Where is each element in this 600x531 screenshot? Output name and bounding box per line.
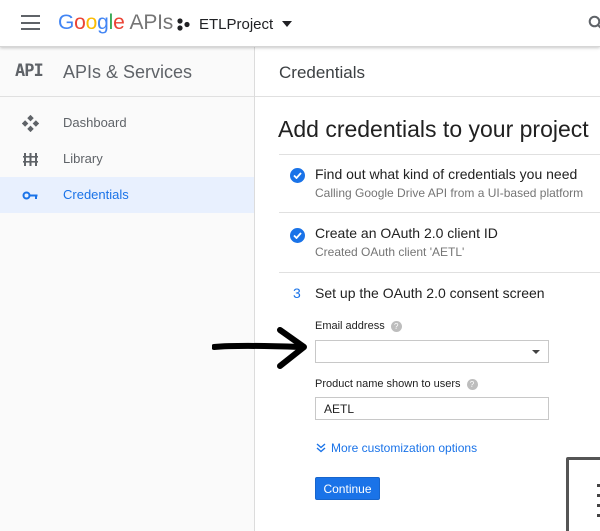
product-name-label: Product name shown to users ? [315, 378, 478, 390]
search-icon[interactable] [588, 15, 600, 31]
annotation-arrow [212, 327, 307, 369]
divider [279, 154, 600, 155]
dropdown-arrow-icon [532, 350, 540, 354]
step-title: Set up the OAuth 2.0 consent screen [315, 285, 545, 301]
continue-button[interactable]: Continue [315, 477, 380, 500]
chevron-down-icon [282, 21, 293, 27]
help-icon[interactable]: ? [466, 378, 478, 390]
library-icon [23, 153, 38, 166]
step-title: Find out what kind of credentials you ne… [315, 166, 578, 182]
api-icon: API [15, 61, 44, 81]
sidebar-item-credentials[interactable]: Credentials [0, 177, 254, 213]
page-title: Credentials [279, 63, 365, 82]
step-number: 3 [293, 285, 301, 301]
sidebar-item-library[interactable]: Library [0, 141, 254, 177]
sidebar-header: API APIs & Services [0, 47, 254, 97]
main-header: Credentials [255, 47, 600, 97]
more-customization-label: More customization options [331, 441, 478, 455]
sidebar-nav: Dashboard Library Credentials [0, 105, 254, 213]
step-title: Create an OAuth 2.0 client ID [315, 225, 498, 241]
key-icon [22, 191, 38, 200]
sidebar: API APIs & Services Dashboard Library Cr… [0, 47, 255, 531]
hamburger-menu-icon[interactable] [21, 15, 40, 30]
help-icon[interactable]: ? [390, 320, 402, 332]
project-selector[interactable]: ETLProject [176, 13, 293, 35]
product-name-input[interactable] [315, 397, 549, 420]
page-heading: Add credentials to your project [278, 116, 589, 142]
dashboard-icon [22, 115, 39, 132]
project-name: ETLProject [199, 15, 274, 33]
divider [279, 212, 600, 213]
sidebar-item-dashboard[interactable]: Dashboard [0, 105, 254, 141]
double-chevron-down-icon [316, 443, 326, 453]
sidebar-item-label: Dashboard [63, 115, 127, 130]
field-label-text: Email address [315, 320, 385, 332]
email-address-select[interactable] [315, 340, 549, 363]
google-apis-logo[interactable]: Google APIs [58, 11, 173, 35]
email-address-label: Email address ? [315, 320, 402, 332]
more-customization-link[interactable]: More customization options [316, 441, 477, 455]
sidebar-item-label: Credentials [63, 187, 129, 202]
step-subtitle: Created OAuth client 'AETL' [315, 245, 465, 259]
divider [279, 272, 600, 273]
sidebar-title: APIs & Services [63, 62, 193, 82]
check-circle-icon [290, 168, 305, 183]
field-label-text: Product name shown to users [315, 378, 461, 390]
sidebar-item-label: Library [63, 151, 103, 166]
step-subtitle: Calling Google Drive API from a UI-based… [315, 186, 584, 200]
check-circle-icon [290, 228, 305, 243]
top-app-bar: Google APIs ETLProject [0, 0, 600, 47]
project-icon [177, 18, 190, 31]
overlapping-window-edge [566, 457, 600, 531]
main-content: Credentials Add credentials to your proj… [255, 47, 600, 531]
